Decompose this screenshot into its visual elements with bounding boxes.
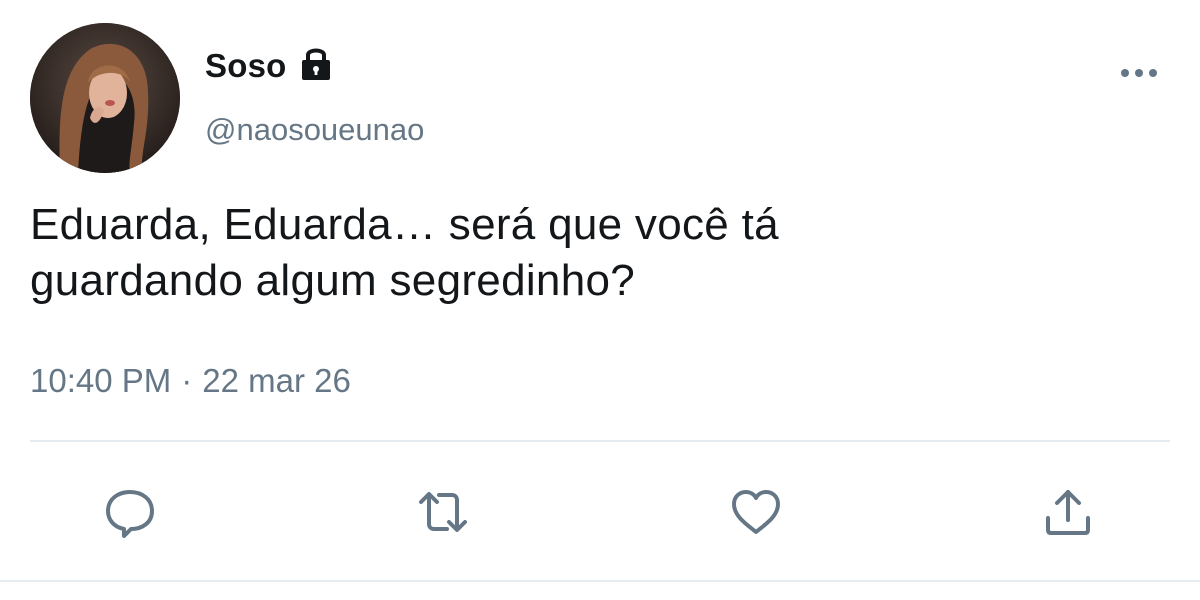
tweet-date: 22 mar 26: [202, 362, 351, 399]
tweet-text-line-1: Eduarda, Eduarda… será que você tá: [30, 200, 779, 249]
avatar[interactable]: [30, 23, 180, 173]
display-name[interactable]: Soso: [205, 47, 286, 85]
bottom-divider: [0, 580, 1200, 582]
divider: [30, 440, 1170, 442]
retweet-button[interactable]: [413, 482, 473, 542]
tweet-timestamp[interactable]: 10:40 PM · 22 mar 26: [30, 362, 351, 400]
retweet-icon: [419, 492, 467, 532]
tweet-text: Eduarda, Eduarda… será que você tá guard…: [30, 197, 1170, 309]
lock-icon: [297, 44, 335, 84]
tweet-text-line-2: guardando algum segredinho?: [30, 256, 636, 305]
reply-icon: [106, 490, 154, 538]
share-icon: [1046, 490, 1090, 535]
share-button[interactable]: [1038, 482, 1098, 542]
more-icon[interactable]: [1116, 62, 1162, 84]
like-button[interactable]: [726, 482, 786, 542]
meta-separator: ·: [181, 362, 193, 399]
reply-button[interactable]: [100, 482, 160, 542]
tweet-time: 10:40 PM: [30, 362, 172, 399]
tweet-card: Soso @naosoueunao Eduarda, Eduarda… será…: [0, 0, 1200, 600]
name-row: Soso: [205, 44, 335, 88]
heart-icon: [732, 490, 780, 534]
user-handle[interactable]: @naosoueunao: [205, 112, 424, 148]
